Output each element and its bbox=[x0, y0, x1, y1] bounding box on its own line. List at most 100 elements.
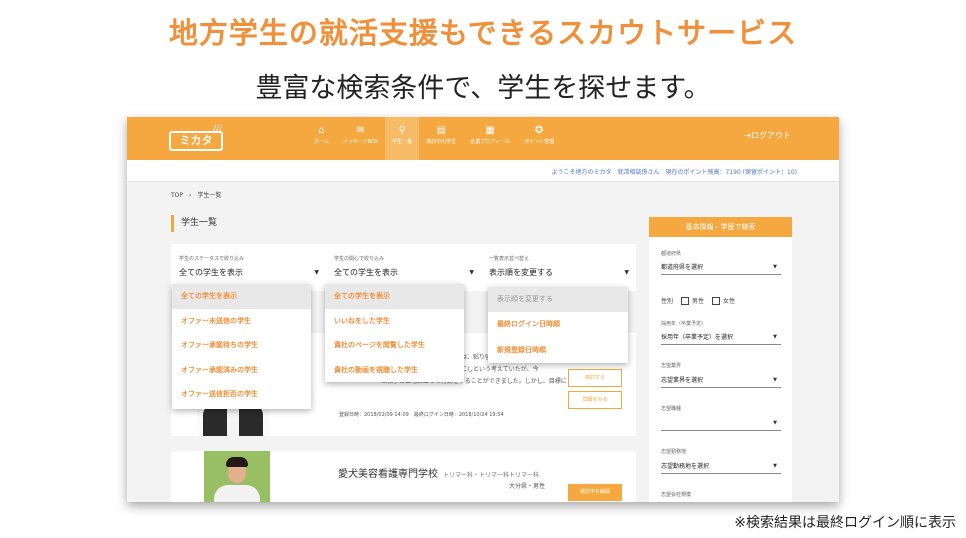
nav-message-box[interactable]: ✉ メッセージBOX bbox=[336, 117, 385, 160]
job-label: 志望職種 bbox=[661, 406, 682, 412]
sort-filter[interactable]: 一覧表示並べ替え 表示順を変更する ▼ bbox=[489, 255, 629, 278]
interest-dropdown-menu: 全ての学生を表示 いいねをした学生 貴社のページを閲覧した学生 貴社の動画を視聴… bbox=[325, 284, 464, 382]
headline: 地方学生の就活支援もできるスカウトサービス bbox=[168, 16, 798, 50]
top-bar: ミカタ /// ⌂ ホーム ✉ メッセージBOX ⚲ 学生一覧 ▤ 検討中の学生 bbox=[127, 117, 839, 160]
school-name[interactable]: 愛犬美容看護専門学校 トリマー科・トリマー科トリマー科 bbox=[338, 465, 539, 480]
gender-filter: 性別 男性 女性 bbox=[661, 296, 735, 305]
dropdown-option[interactable]: 貴社のページを閲覧した学生 bbox=[325, 333, 464, 358]
job-select[interactable]: ▼ bbox=[661, 416, 781, 431]
dropdown-option[interactable]: オファー承認待ちの学生 bbox=[172, 333, 311, 358]
select-value: 採用年（卒業予定）を選択 bbox=[661, 334, 734, 341]
logo-spark-icon: /// bbox=[213, 124, 223, 134]
search-sidebar: 基本情報・学歴で検索 都道府県 都道府県を選択 ▼ 性別 男性 女性 採用年（卒業… bbox=[649, 217, 792, 502]
school-dept: トリマー科・トリマー科トリマー科 bbox=[443, 472, 540, 479]
industry-label: 志望業界 bbox=[661, 363, 682, 369]
industry-select[interactable]: 志望業界を選択 ▼ bbox=[661, 373, 781, 388]
filter-label: 一覧表示並べ替え bbox=[489, 256, 530, 262]
caret-down-icon: ▼ bbox=[773, 264, 777, 270]
nav-company-profile[interactable]: ▦ 企業プロフィール bbox=[463, 117, 517, 160]
student-photo bbox=[204, 451, 270, 502]
logout-icon: ⇥ bbox=[744, 131, 751, 140]
consider-button[interactable]: 検討する bbox=[568, 369, 622, 387]
points-icon: ✪ bbox=[534, 125, 544, 136]
caret-down-icon: ▼ bbox=[773, 463, 777, 469]
search-icon: ⚲ bbox=[398, 125, 406, 136]
year-label: 採用年（卒業予定） bbox=[661, 321, 707, 327]
app-screenshot: ミカタ /// ⌂ ホーム ✉ メッセージBOX ⚲ 学生一覧 ▤ 検討中の学生 bbox=[127, 117, 839, 502]
dropdown-option[interactable]: 表示順を変更する bbox=[488, 287, 628, 313]
student-photo bbox=[197, 405, 269, 436]
nav-home[interactable]: ⌂ ホーム bbox=[307, 117, 336, 160]
nav-considering[interactable]: ▤ 検討中の学生 bbox=[419, 117, 463, 160]
filter-value: 表示順を変更する bbox=[489, 268, 553, 277]
breadcrumb[interactable]: TOP › 学生一覧 bbox=[171, 190, 221, 199]
logout-button[interactable]: ⇥ログアウト bbox=[744, 130, 791, 141]
welcome-text: ようこそ地方のミカタ 就活相談係さん 現在のポイント残高：7190 (保留ポイン… bbox=[551, 169, 798, 176]
dropdown-option[interactable]: 最終ログイン日時順 bbox=[488, 312, 628, 337]
nav-label: メッセージBOX bbox=[342, 139, 379, 145]
document-icon: ▤ bbox=[436, 125, 446, 136]
nav-label: 学生一覧 bbox=[392, 139, 413, 145]
detail-button[interactable]: 詳細をみる bbox=[568, 391, 622, 409]
dropdown-option[interactable]: 貴社の動画を視聴した学生 bbox=[325, 358, 464, 383]
year-select[interactable]: 採用年（卒業予定）を選択 ▼ bbox=[661, 330, 781, 345]
dropdown-option[interactable]: 全ての学生を表示 bbox=[325, 284, 464, 309]
page-title: 学生一覧 bbox=[171, 215, 217, 232]
caret-down-icon: ▼ bbox=[773, 334, 777, 340]
female-checkbox[interactable] bbox=[712, 296, 721, 305]
caret-down-icon: ▼ bbox=[773, 420, 777, 426]
filter-value: 全ての学生を表示 bbox=[334, 268, 398, 277]
student-location: 大分県・男性 bbox=[509, 483, 546, 490]
info-bar: ようこそ地方のミカタ 就活相談係さん 現在のポイント残高：7190 (保留ポイン… bbox=[127, 160, 839, 182]
caret-down-icon: ▼ bbox=[469, 269, 474, 276]
female-label: 女性 bbox=[723, 298, 736, 305]
company-size-label: 志望会社規模 bbox=[661, 492, 692, 498]
nav-label: 検討中の学生 bbox=[426, 139, 457, 145]
area-label: 志望勤務地 bbox=[661, 449, 687, 455]
dropdown-option[interactable]: オファー承認済みの学生 bbox=[172, 358, 311, 383]
dropdown-option[interactable]: 全ての学生を表示 bbox=[172, 284, 311, 309]
status-filter[interactable]: 学生のステータスで絞り込み 全ての学生を表示 ▼ bbox=[179, 255, 319, 278]
prefecture-label: 都道府県 bbox=[661, 251, 682, 257]
mail-icon: ✉ bbox=[356, 125, 365, 136]
caret-down-icon: ▼ bbox=[314, 269, 319, 276]
sort-dropdown-menu: 表示順を変更する 最終ログイン日時順 新規登録日時順 bbox=[488, 287, 628, 363]
logout-label: ログアウト bbox=[751, 131, 791, 140]
dropdown-option[interactable]: いいねをした学生 bbox=[325, 309, 464, 334]
home-icon: ⌂ bbox=[318, 125, 325, 136]
gender-label: 性別 bbox=[661, 298, 674, 305]
dropdown-option[interactable]: 新規登録日時順 bbox=[488, 338, 628, 363]
student-dates: 登録日時：2018/02/09 14:09 最終ログイン日時：2018/10/2… bbox=[339, 412, 504, 418]
unconsider-button[interactable]: 検討中を解除 bbox=[568, 484, 622, 501]
male-label: 男性 bbox=[692, 298, 705, 305]
select-value: 都道府県を選択 bbox=[661, 264, 704, 271]
subheadline: 豊富な検索条件で、学生を探せます。 bbox=[255, 73, 711, 104]
nav-label: ホーム bbox=[314, 139, 329, 145]
nav-points[interactable]: ✪ ポイント管理 bbox=[517, 117, 561, 160]
nav-student-list[interactable]: ⚲ 学生一覧 bbox=[385, 117, 420, 160]
slide: 地方学生の就活支援もできるスカウトサービス 豊富な検索条件で、学生を探せます。 … bbox=[0, 0, 966, 538]
interest-filter[interactable]: 学生の関心で絞り込み 全ての学生を表示 ▼ bbox=[334, 255, 474, 278]
dropdown-option[interactable]: オファー未送信の学生 bbox=[172, 309, 311, 334]
dropdown-option[interactable]: オファー送信拒否の学生 bbox=[172, 382, 311, 407]
caret-down-icon: ▼ bbox=[624, 269, 629, 276]
filter-label: 学生のステータスで絞り込み bbox=[179, 256, 245, 262]
building-icon: ▦ bbox=[485, 125, 495, 136]
filter-label: 学生の関心で絞り込み bbox=[334, 256, 385, 262]
filter-value: 全ての学生を表示 bbox=[179, 268, 243, 277]
main-nav: ⌂ ホーム ✉ メッセージBOX ⚲ 学生一覧 ▤ 検討中の学生 ▦ 企業プロフ… bbox=[307, 117, 561, 160]
select-value: 志望勤務地を選択 bbox=[661, 463, 710, 470]
student-card: 愛犬美容看護専門学校 トリマー科・トリマー科トリマー科 大分県・男性 検討中を解除 bbox=[171, 451, 636, 502]
footnote: ※検索結果は最終ログイン順に表示 bbox=[734, 515, 956, 531]
logo[interactable]: ミカタ bbox=[169, 131, 223, 151]
male-checkbox[interactable] bbox=[681, 296, 690, 305]
status-dropdown-menu: 全ての学生を表示 オファー未送信の学生 オファー承認待ちの学生 オファー承認済み… bbox=[172, 284, 311, 409]
nav-label: ポイント管理 bbox=[524, 139, 555, 145]
sidebar-title: 基本情報・学歴で検索 bbox=[649, 217, 792, 237]
nav-label: 企業プロフィール bbox=[470, 139, 511, 145]
select-value: 志望業界を選択 bbox=[661, 377, 704, 384]
area-select[interactable]: 志望勤務地を選択 ▼ bbox=[661, 459, 781, 474]
prefecture-select[interactable]: 都道府県を選択 ▼ bbox=[661, 260, 781, 275]
school-label: 愛犬美容看護専門学校 bbox=[338, 469, 438, 480]
caret-down-icon: ▼ bbox=[773, 377, 777, 383]
